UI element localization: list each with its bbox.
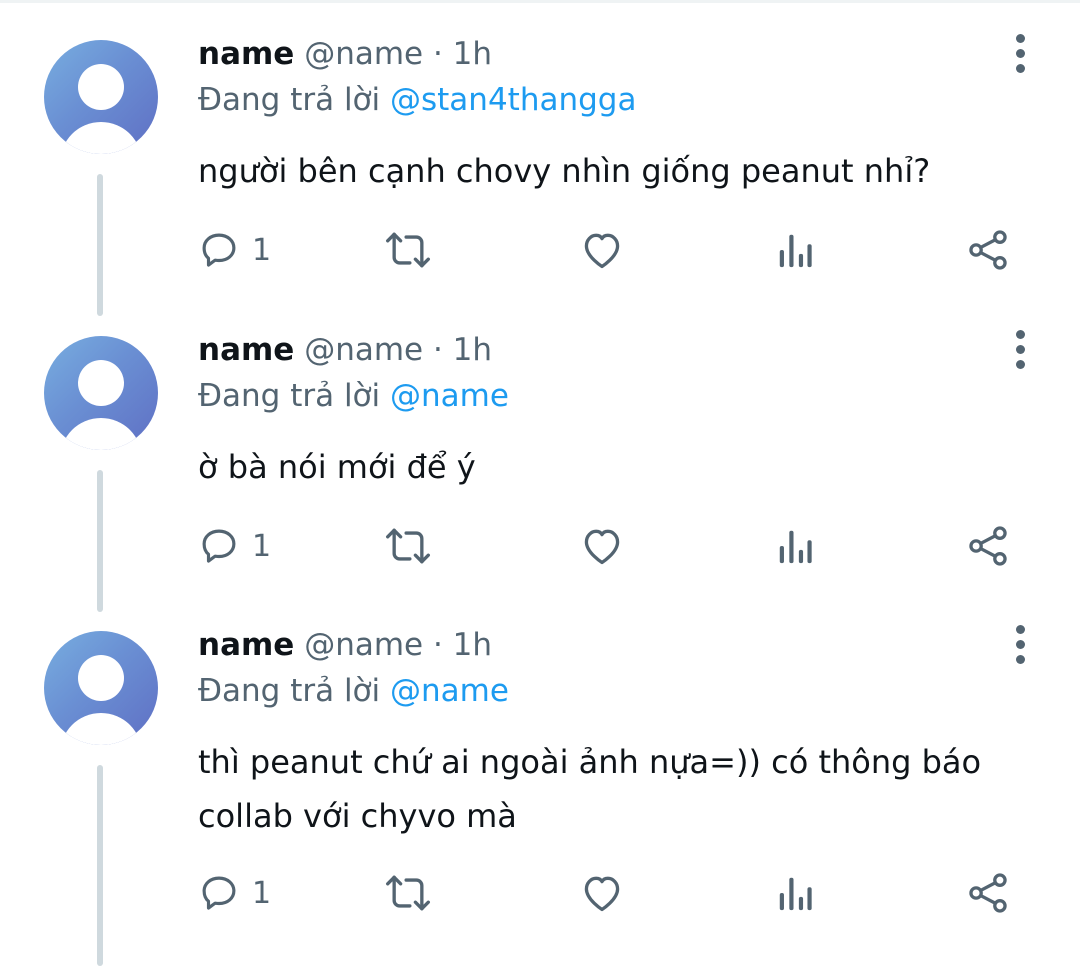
reply-count: 1 <box>252 528 272 564</box>
heart-icon <box>584 233 620 269</box>
replying-to: Đang trả lời @name <box>198 671 509 711</box>
reply-bubble-icon <box>202 876 236 910</box>
reply-count: 1 <box>252 232 272 268</box>
more-vertical-icon[interactable] <box>1012 625 1030 665</box>
replying-to-label: Đang trả lời <box>198 673 390 709</box>
timestamp[interactable]: 1h <box>453 36 492 72</box>
retweet-button[interactable] <box>384 869 432 917</box>
like-button[interactable] <box>580 226 624 274</box>
heart-icon <box>584 529 620 565</box>
like-button[interactable] <box>580 869 624 917</box>
author-name[interactable]: name <box>198 36 294 72</box>
author-name[interactable]: name <box>198 332 294 368</box>
analytics-bars-icon <box>779 877 812 911</box>
replying-to-label: Đang trả lời <box>198 82 390 118</box>
thread-line <box>97 765 103 966</box>
tweet-header: name @name · 1h <box>198 330 492 370</box>
share-icon <box>969 230 1007 270</box>
author-name[interactable]: name <box>198 627 294 663</box>
tweet-text: người bên cạnh chovy nhìn giống peanut n… <box>198 152 931 190</box>
replying-to: Đang trả lời @name <box>198 376 509 416</box>
retweet-icon <box>386 528 430 564</box>
action-bar: 1 <box>198 522 1028 570</box>
share-icon <box>969 873 1007 913</box>
views-button[interactable] <box>776 869 816 917</box>
reply-button[interactable]: 1 <box>198 226 271 274</box>
reply-button[interactable]: 1 <box>198 522 271 570</box>
thread-line <box>97 174 103 316</box>
avatar[interactable] <box>44 40 158 154</box>
action-bar: 1 <box>198 869 1028 917</box>
replying-to: Đang trả lời @stan4thangga <box>198 80 636 120</box>
replying-to-mention[interactable]: @stan4thangga <box>390 82 636 118</box>
analytics-bars-icon <box>779 530 812 564</box>
author-handle[interactable]: @name <box>304 36 423 72</box>
action-bar: 1 <box>198 226 1028 274</box>
meta-separator: · <box>423 627 453 663</box>
replying-to-mention[interactable]: @name <box>390 378 509 414</box>
retweet-icon <box>386 232 430 268</box>
retweet-button[interactable] <box>384 226 432 274</box>
retweet-button[interactable] <box>384 522 432 570</box>
author-handle[interactable]: @name <box>304 332 423 368</box>
analytics-bars-icon <box>779 234 812 268</box>
avatar[interactable] <box>44 631 158 745</box>
timestamp[interactable]: 1h <box>453 627 492 663</box>
thread-line <box>97 470 103 612</box>
tweet-text: thì peanut chứ ai ngoài ảnh nựa=)) có th… <box>198 743 982 835</box>
reply-bubble-icon <box>202 233 236 267</box>
reply-count: 1 <box>252 875 272 911</box>
more-vertical-icon[interactable] <box>1012 34 1030 74</box>
more-vertical-icon[interactable] <box>1012 330 1030 370</box>
like-button[interactable] <box>580 522 624 570</box>
top-divider <box>0 0 1080 3</box>
avatar[interactable] <box>44 336 158 450</box>
share-button[interactable] <box>966 226 1010 274</box>
meta-separator: · <box>423 332 453 368</box>
replying-to-label: Đang trả lời <box>198 378 390 414</box>
meta-separator: · <box>423 36 453 72</box>
replying-to-mention[interactable]: @name <box>390 673 509 709</box>
retweet-icon <box>386 875 430 911</box>
tweet-header: name @name · 1h <box>198 34 492 74</box>
tweet-header: name @name · 1h <box>198 625 492 665</box>
timestamp[interactable]: 1h <box>453 332 492 368</box>
reply-bubble-icon <box>202 529 236 563</box>
share-icon <box>969 526 1007 566</box>
author-handle[interactable]: @name <box>304 627 423 663</box>
share-button[interactable] <box>966 522 1010 570</box>
share-button[interactable] <box>966 869 1010 917</box>
tweet-text: ờ bà nói mới để ý <box>198 448 476 486</box>
reply-button[interactable]: 1 <box>198 869 271 917</box>
heart-icon <box>584 876 620 912</box>
views-button[interactable] <box>776 226 816 274</box>
views-button[interactable] <box>776 522 816 570</box>
